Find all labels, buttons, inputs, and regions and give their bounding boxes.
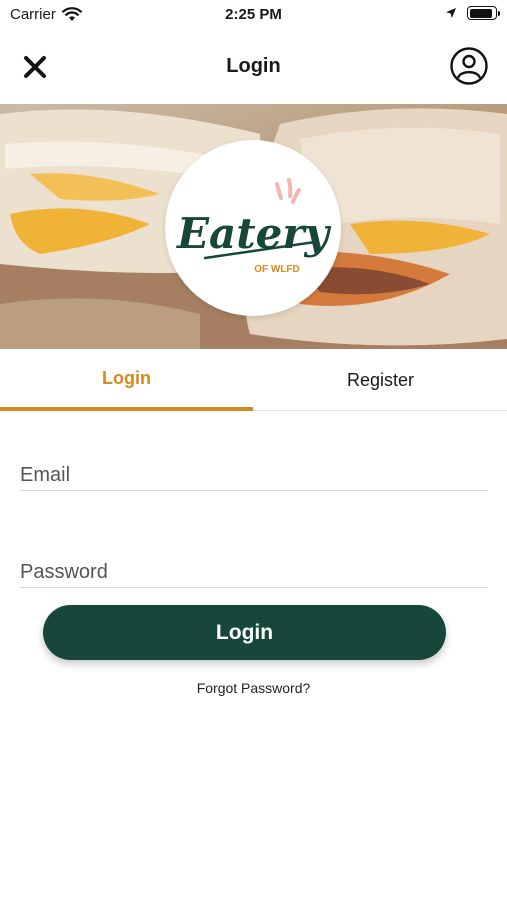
user-circle-icon[interactable]: [449, 46, 489, 86]
tab-login[interactable]: Login: [0, 349, 253, 411]
tab-register[interactable]: Register: [254, 349, 507, 411]
nav-bar: Login: [0, 38, 507, 96]
password-field: [20, 548, 488, 588]
status-right: [445, 6, 500, 20]
hero-banner: Eatery OF WLFD: [0, 104, 507, 349]
login-button[interactable]: Login: [43, 605, 446, 660]
forgot-password-link[interactable]: Forgot Password?: [0, 680, 507, 696]
login-register-tabs: Login Register: [0, 349, 507, 411]
email-field: [20, 451, 488, 491]
page-title: Login: [226, 55, 281, 77]
status-bar: Carrier 2:25 PM: [0, 0, 507, 30]
svg-text:OF WLFD: OF WLFD: [254, 264, 300, 275]
logo-badge: Eatery OF WLFD: [165, 140, 341, 316]
password-input[interactable]: [20, 548, 488, 587]
status-time: 2:25 PM: [225, 6, 282, 23]
location-arrow-icon: [446, 8, 456, 18]
eatery-logo: Eatery OF WLFD: [176, 178, 332, 275]
email-input[interactable]: [20, 451, 488, 490]
battery-level: [469, 8, 492, 18]
battery-icon: [467, 6, 500, 20]
